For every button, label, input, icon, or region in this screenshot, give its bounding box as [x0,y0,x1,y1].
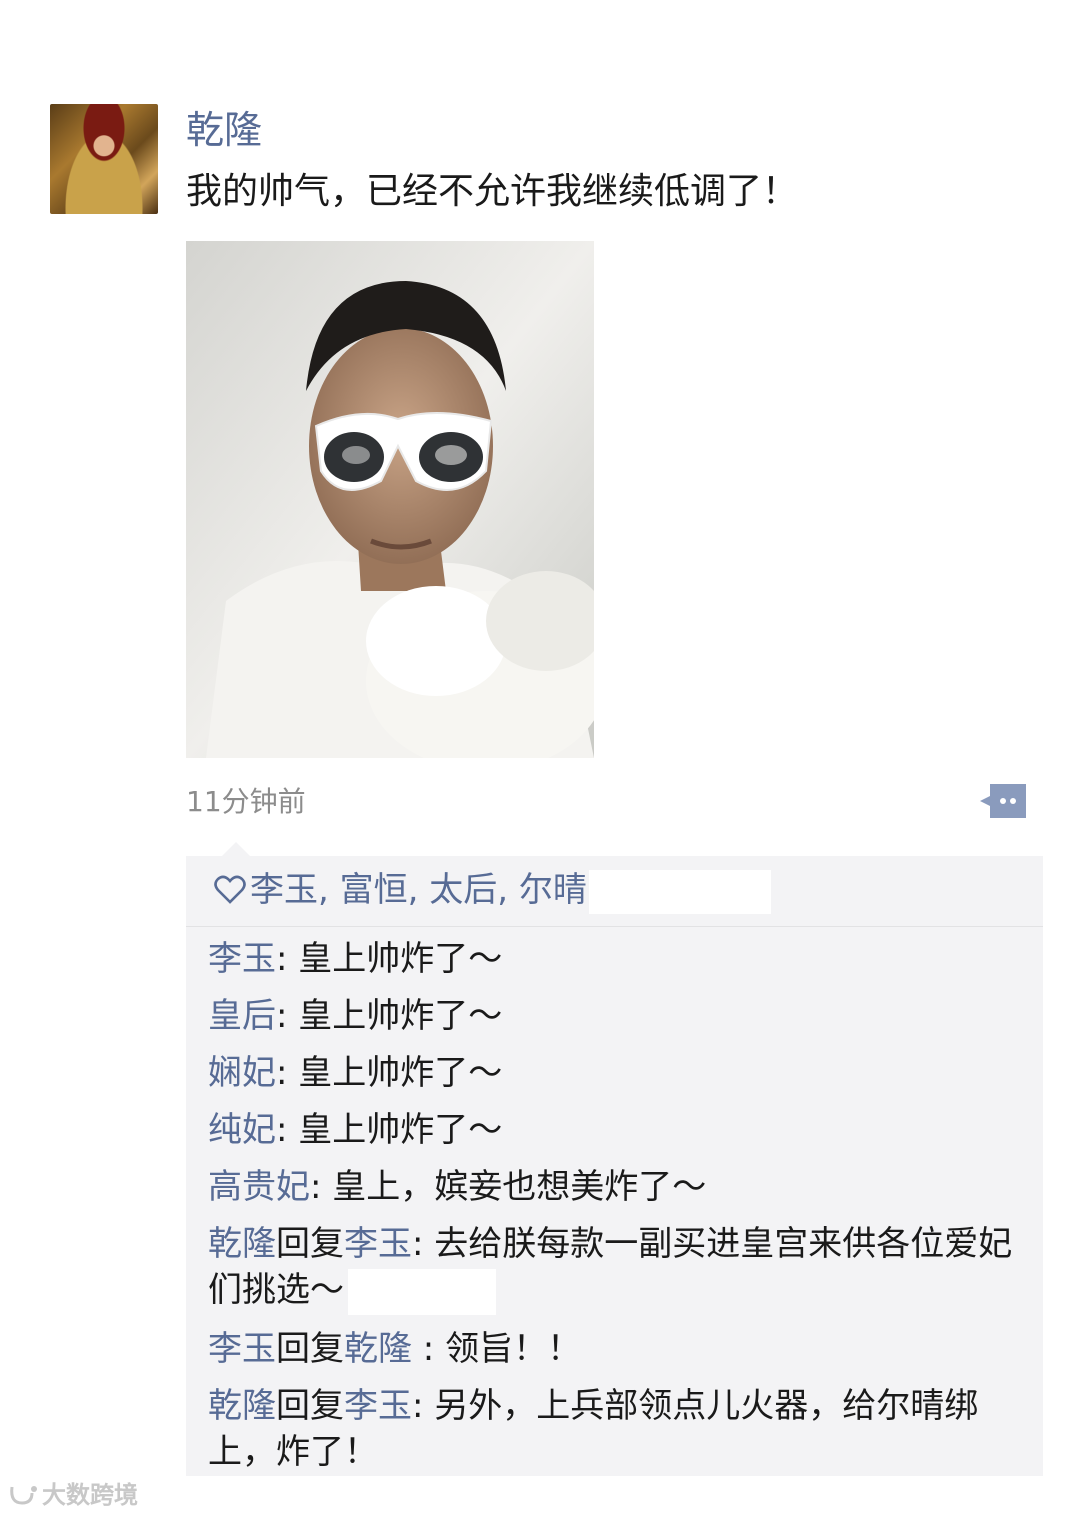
comment-text: : 皇上帅炸了～ [276,1110,503,1150]
watermark: 大数跨境 [8,1480,138,1510]
reply-target-name[interactable]: 乾隆 [344,1329,412,1369]
commenter-name[interactable]: 乾隆 [208,1224,276,1264]
author-name[interactable]: 乾隆 [186,104,262,156]
like-name[interactable]: 富恒 [340,870,408,910]
comment-text: : 领旨！！ [412,1328,582,1369]
like-separator: , [497,870,519,910]
like-separator: , [407,870,430,910]
comment-list: 李玉: 皇上帅炸了～ 皇后: 皇上帅炸了～ 娴妃: 皇上帅炸了～ 纯妃: 皇上帅… [208,936,1018,1486]
commenter-name[interactable]: 纯妃 [208,1110,276,1150]
like-name[interactable]: 李玉 [250,870,318,910]
comment-text: : 皇上，嫔妾也想美炸了～ [310,1167,707,1207]
photo-man-sunglasses-icon [186,241,594,758]
commenter-name[interactable]: 娴妃 [208,1053,276,1093]
post-text: 我的帅气，已经不允许我继续低调了！ [186,171,799,212]
commenter-name[interactable]: 李玉 [208,1329,276,1369]
reply-word: 回复 [276,1224,344,1264]
reply-target-name[interactable]: 李玉 [344,1386,412,1426]
comment-text: : 皇上帅炸了～ [276,1053,503,1093]
like-separator: , [318,870,340,910]
comment-item[interactable]: 李玉回复乾隆 : 领旨！！ [208,1326,1018,1372]
comment-item[interactable]: 乾隆回复李玉: 另外，上兵部领点儿火器，给尔晴绑上，炸了！ [208,1383,1018,1475]
watermark-text: 大数跨境 [42,1481,138,1509]
like-name[interactable]: 尔晴 [519,870,587,910]
commenter-name[interactable]: 李玉 [208,939,276,979]
comment-text: : 皇上帅炸了～ [276,996,503,1036]
comment-item[interactable]: 娴妃: 皇上帅炸了～ [208,1050,1018,1096]
commenter-name[interactable]: 皇后 [208,996,276,1036]
watermark-logo-icon [10,1486,37,1505]
comment-menu-button[interactable] [978,782,1028,820]
commenter-name[interactable]: 乾隆 [208,1386,276,1426]
heart-outline-icon [214,875,246,904]
reply-word: 回复 [276,1328,344,1369]
commenter-name[interactable]: 高贵妃 [208,1167,310,1207]
reply-word: 回复 [276,1385,344,1426]
comment-item[interactable]: 乾隆回复李玉: 去给朕每款一副买进皇宫来供各位爱妃们挑选～ [208,1221,1018,1315]
comment-area: 李玉, 富恒, 太后, 尔晴 李玉: 皇上帅炸了～ 皇后: 皇上帅炸了～ 娴妃:… [186,842,1043,1476]
comment-item[interactable]: 李玉: 皇上帅炸了～ [208,936,1018,982]
redacted-block [588,869,771,914]
post-photo[interactable] [186,241,594,758]
redacted-block [348,1268,496,1315]
comment-item[interactable]: 高贵妃: 皇上，嫔妾也想美炸了～ [208,1164,1018,1210]
likes-divider [186,926,1043,927]
likes-row: 李玉, 富恒, 太后, 尔晴 [214,864,1023,916]
comment-item[interactable]: 纯妃: 皇上帅炸了～ [208,1107,1018,1153]
post-timestamp: 11分钟前 [186,785,306,818]
comment-dots-icon [980,784,1026,818]
author-avatar[interactable] [50,104,158,214]
comment-item[interactable]: 皇后: 皇上帅炸了～ [208,993,1018,1039]
comment-text: : 皇上帅炸了～ [276,939,503,979]
like-name[interactable]: 太后 [429,870,497,910]
reply-target-name[interactable]: 李玉 [344,1224,412,1264]
